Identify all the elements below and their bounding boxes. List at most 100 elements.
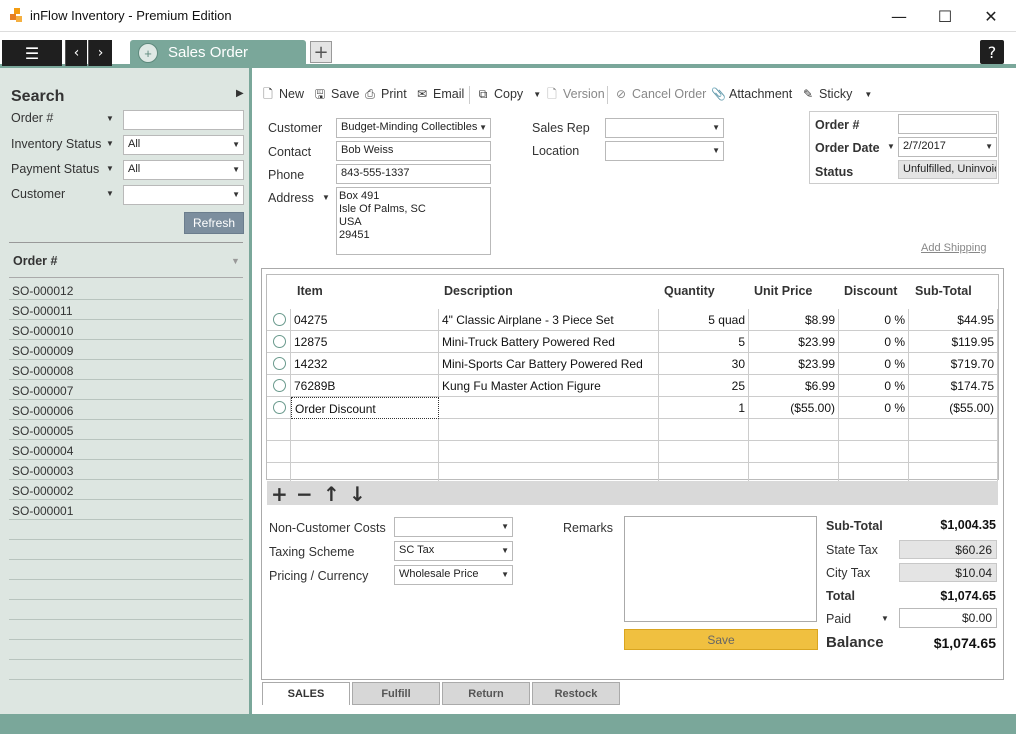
dropdown-arrow-icon[interactable]: ▼ [106,139,114,148]
address-type-dropdown-icon[interactable]: ▼ [322,193,330,202]
cell-discount[interactable]: 0 % [839,309,909,331]
cell-unit-price[interactable] [749,441,839,463]
cell-description[interactable] [439,441,659,463]
cell-unit-price[interactable]: $23.99 [749,353,839,375]
column-header-subtotal[interactable]: Sub-Total [915,284,972,298]
column-header-quantity[interactable]: Quantity [664,284,715,298]
location-select[interactable]: ▼ [605,141,724,161]
cell-quantity[interactable]: 1 [659,397,749,419]
order-list-item[interactable] [9,560,243,580]
close-button[interactable]: ✕ [968,0,1014,32]
cell-unit-price[interactable] [749,419,839,441]
cell-quantity[interactable]: 30 [659,353,749,375]
cell-item[interactable]: 04275 [291,309,439,331]
print-button[interactable]: ⎙ Print [363,87,407,101]
customer-select[interactable]: Budget-Minding Collectibles ▼ [336,118,491,138]
dropdown-arrow-icon[interactable]: ▼ [106,189,114,198]
version-button[interactable]: 🗋 Version [545,87,605,101]
row-selector-cell[interactable] [267,375,291,397]
row-radio-icon[interactable] [273,313,286,326]
cell-description[interactable] [439,397,659,419]
row-selector-cell[interactable] [267,441,291,463]
order-list-item[interactable]: SO-000011 [9,300,243,320]
collapse-arrow-icon[interactable]: ▶ [236,88,244,99]
table-row[interactable]: 14232 Mini-Sports Car Battery Powered Red… [267,353,998,375]
cell-discount[interactable]: 0 % [839,353,909,375]
table-row[interactable]: 04275 4" Classic Airplane - 3 Piece Set 5 … [267,309,998,331]
order-list-item[interactable] [9,580,243,600]
row-selector-cell[interactable] [267,353,291,375]
column-header-unit-price[interactable]: Unit Price [754,284,812,298]
row-selector-cell[interactable] [267,331,291,353]
cell-description[interactable]: Kung Fu Master Action Figure [439,375,659,397]
order-list-item[interactable] [9,520,243,540]
dropdown-arrow-icon[interactable]: ▼ [106,164,114,173]
add-row-icon[interactable]: + [271,482,288,506]
cell-discount[interactable]: 0 % [839,375,909,397]
move-down-icon[interactable]: ↓ [349,482,366,506]
cell-discount[interactable] [839,441,909,463]
payment-status-select[interactable]: All ▼ [123,160,244,180]
cell-quantity[interactable]: 5 [659,331,749,353]
forward-arrow-icon[interactable]: › [88,40,112,66]
add-tab-button[interactable]: + [310,41,332,63]
tab-sales[interactable]: SALES [262,682,350,705]
phone-input[interactable]: 843-555-1337 [336,164,491,184]
row-radio-icon[interactable] [273,401,286,414]
inventory-status-select[interactable]: All ▼ [123,135,244,155]
back-arrow-icon[interactable]: ‹ [65,40,87,66]
tab-fulfill[interactable]: Fulfill [352,682,440,705]
row-selector-cell[interactable] [267,419,291,441]
cell-quantity[interactable] [659,419,749,441]
cell-unit-price[interactable]: $6.99 [749,375,839,397]
table-row[interactable]: 76289B Kung Fu Master Action Figure 25 $6.9… [267,375,998,397]
cell-subtotal[interactable]: ($55.00) [909,397,998,419]
table-row[interactable]: Order Discount 1 ($55.00) 0 % ($55.00) [267,397,998,419]
address-textarea[interactable]: Box 491 Isle Of Palms, SC USA 29451 [336,187,491,255]
attachment-button[interactable]: 📎 Attachment [711,87,792,101]
cell-item[interactable]: 14232 [291,353,439,375]
order-date-input[interactable]: 2/7/2017 ▼ [898,137,997,157]
cell-subtotal[interactable]: $119.95 [909,331,998,353]
order-list-item[interactable]: SO-000006 [9,400,243,420]
order-list-item[interactable] [9,540,243,560]
order-search-input[interactable] [123,110,244,130]
help-button[interactable]: ? [980,40,1004,64]
save-toolbar-button[interactable]: 🖫 Save [313,87,360,101]
customer-search-select[interactable]: ▼ [123,185,244,205]
order-no-input[interactable] [898,114,997,134]
row-selector-cell[interactable] [267,309,291,331]
add-shipping-link[interactable]: Add Shipping [921,242,986,254]
order-list-item[interactable] [9,640,243,660]
order-list-item[interactable] [9,620,243,640]
sticky-button[interactable]: ✎ Sticky ▼ [801,87,872,101]
column-header-discount[interactable]: Discount [844,284,897,298]
paid-dropdown-icon[interactable]: ▼ [881,614,889,623]
cell-description[interactable]: Mini-Truck Battery Powered Red [439,331,659,353]
tab-sales-order[interactable]: + Sales Order [130,40,306,66]
order-list-item[interactable]: SO-000008 [9,360,243,380]
sort-arrow-icon[interactable]: ▼ [231,256,240,266]
cell-item[interactable]: 12875 [291,331,439,353]
cell-unit-price[interactable]: ($55.00) [749,397,839,419]
order-list-header[interactable]: Order # ▼ [9,242,243,278]
remarks-textarea[interactable] [624,516,817,622]
column-header-description[interactable]: Description [444,284,513,298]
cell-quantity[interactable]: 25 [659,375,749,397]
tab-return[interactable]: Return [442,682,530,705]
new-button[interactable]: 🗋 New [261,87,304,101]
row-radio-icon[interactable] [273,357,286,370]
row-radio-icon[interactable] [273,335,286,348]
maximize-button[interactable]: ☐ [922,0,968,32]
cell-description[interactable] [439,419,659,441]
cell-item[interactable]: Order Discount [291,397,439,419]
cell-description[interactable]: Mini-Sports Car Battery Powered Red [439,353,659,375]
save-button[interactable]: Save [624,629,818,650]
order-list-item[interactable]: SO-000010 [9,320,243,340]
order-list-item[interactable]: SO-000007 [9,380,243,400]
order-list-item[interactable]: SO-000002 [9,480,243,500]
order-list-item[interactable] [9,600,243,620]
cell-unit-price[interactable]: $23.99 [749,331,839,353]
non-customer-costs-select[interactable]: ▼ [394,517,513,537]
cell-unit-price[interactable]: $8.99 [749,309,839,331]
